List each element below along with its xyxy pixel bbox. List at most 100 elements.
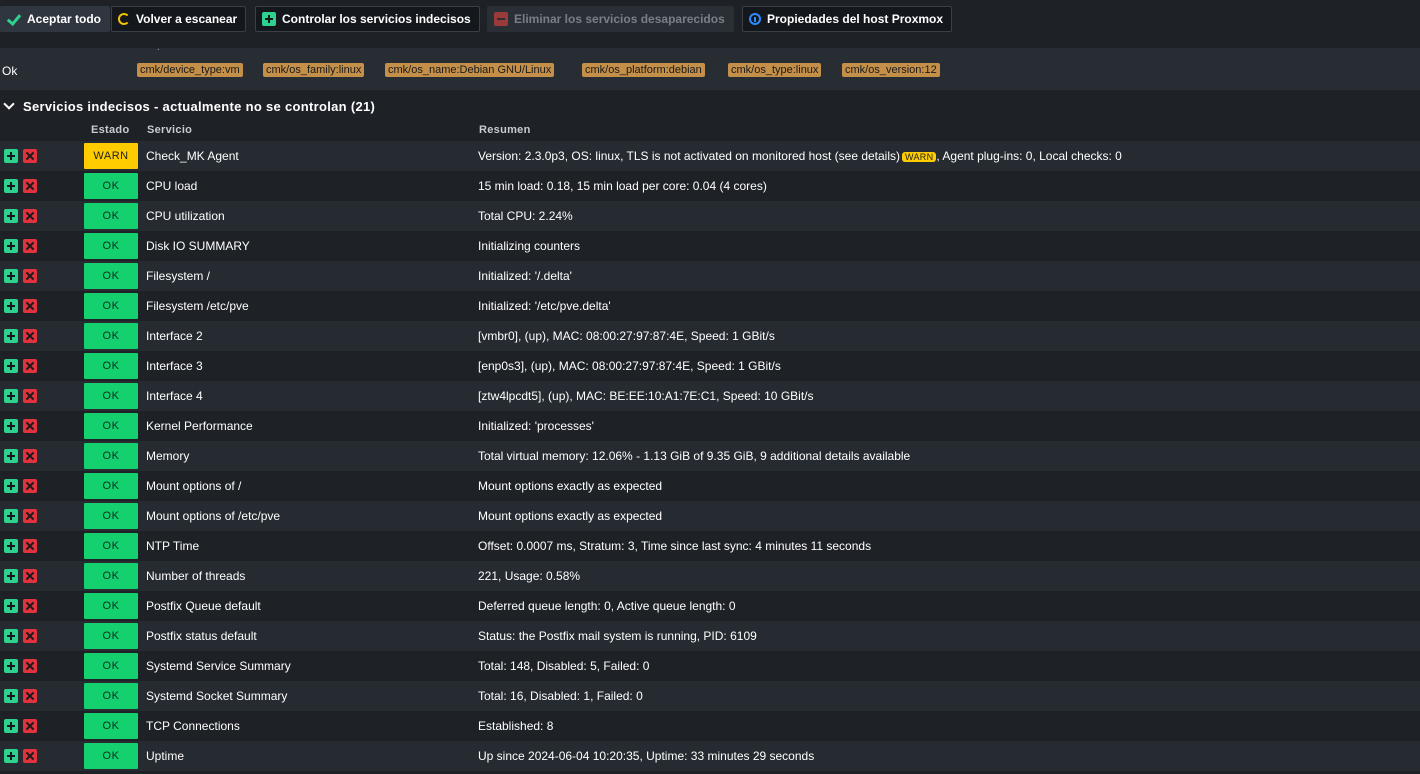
monitor-service-plus-icon[interactable] xyxy=(4,539,18,553)
table-row: OK CPU utilization Total CPU: 2.24% xyxy=(0,201,1420,231)
column-header-service[interactable]: Servicio xyxy=(147,124,192,136)
service-name: Disk IO SUMMARY xyxy=(146,239,250,253)
disable-service-close-icon[interactable] xyxy=(23,569,37,583)
labels-status: Ok xyxy=(2,64,18,78)
chevron-down-icon[interactable] xyxy=(3,98,15,110)
monitor-service-plus-icon[interactable] xyxy=(4,299,18,313)
host-label-tag[interactable]: cmk/os_type:linux xyxy=(728,63,822,77)
info-icon xyxy=(749,13,761,25)
service-summary: 15 min load: 0.18, 15 min load per core:… xyxy=(478,179,767,193)
section-title: Servicios indecisos - actualmente no se … xyxy=(23,99,376,114)
host-label-tag[interactable]: cmk/device_type:vm xyxy=(137,63,243,77)
table-row: OK Filesystem / Initialized: '/.delta' xyxy=(0,261,1420,291)
service-name: CPU utilization xyxy=(146,209,225,223)
monitor-service-plus-icon[interactable] xyxy=(4,149,18,163)
status-badge: OK xyxy=(84,353,138,379)
disable-service-close-icon[interactable] xyxy=(23,659,37,673)
host-label-tag[interactable]: cmk/os_family:linux xyxy=(263,63,365,77)
monitor-service-plus-icon[interactable] xyxy=(4,689,18,703)
status-badge: OK xyxy=(84,233,138,259)
disable-service-close-icon[interactable] xyxy=(23,209,37,223)
monitor-service-plus-icon[interactable] xyxy=(4,359,18,373)
service-name: Postfix Queue default xyxy=(146,599,261,613)
status-badge: WARN xyxy=(84,143,138,169)
disable-service-close-icon[interactable] xyxy=(23,599,37,613)
status-badge: OK xyxy=(84,713,138,739)
status-badge: OK xyxy=(84,653,138,679)
host-properties-button[interactable]: Propiedades del host Proxmox xyxy=(742,6,953,32)
monitor-service-plus-icon[interactable] xyxy=(4,719,18,733)
table-row: OK Mount options of / Mount options exactl… xyxy=(0,471,1420,501)
service-name: Mount options of / xyxy=(146,479,242,493)
disable-service-close-icon[interactable] xyxy=(23,689,37,703)
table-header: Estado Servicio Resumen xyxy=(0,120,1420,140)
monitor-service-plus-icon[interactable] xyxy=(4,569,18,583)
table-row: OK Disk IO SUMMARY Initializing counters xyxy=(0,231,1420,261)
monitor-service-plus-icon[interactable] xyxy=(4,209,18,223)
disable-service-close-icon[interactable] xyxy=(23,329,37,343)
monitor-service-plus-icon[interactable] xyxy=(4,389,18,403)
service-name: Interface 4 xyxy=(146,389,203,403)
disable-service-close-icon[interactable] xyxy=(23,239,37,253)
service-summary: Mount options exactly as expected xyxy=(478,509,663,523)
disable-service-close-icon[interactable] xyxy=(23,719,37,733)
remove-vanished-label: Eliminar los servicios desaparecidos xyxy=(514,12,725,26)
disable-service-close-icon[interactable] xyxy=(23,389,37,403)
service-summary: Initialized: '/.delta' xyxy=(478,269,572,283)
service-name: Uptime xyxy=(146,749,185,763)
table-row: OK Memory Total virtual memory: 12.06% - 1… xyxy=(0,441,1420,471)
disable-service-close-icon[interactable] xyxy=(23,149,37,163)
monitor-service-plus-icon[interactable] xyxy=(4,419,18,433)
rescan-button[interactable]: Volver a escanear xyxy=(111,6,247,32)
service-summary: Initialized: '/etc/pve.delta' xyxy=(478,299,611,313)
host-label-tag[interactable]: cmk/os_version:12 xyxy=(842,63,940,77)
disable-service-close-icon[interactable] xyxy=(23,359,37,373)
disable-service-close-icon[interactable] xyxy=(23,749,37,763)
host-label-tag[interactable]: cmk/os_platform:debian xyxy=(582,63,705,77)
service-name: Kernel Performance xyxy=(146,419,253,433)
monitor-service-plus-icon[interactable] xyxy=(4,479,18,493)
disable-service-close-icon[interactable] xyxy=(23,509,37,523)
monitor-service-plus-icon[interactable] xyxy=(4,179,18,193)
monitor-service-plus-icon[interactable] xyxy=(4,269,18,283)
service-name: Interface 2 xyxy=(146,329,203,343)
service-name: Number of threads xyxy=(146,569,246,583)
status-badge: OK xyxy=(84,383,138,409)
status-badge: OK xyxy=(84,683,138,709)
disable-service-close-icon[interactable] xyxy=(23,419,37,433)
service-name: Interface 3 xyxy=(146,359,203,373)
status-badge: OK xyxy=(84,623,138,649)
host-labels-row: . Ok cmk/device_type:vm cmk/os_family:li… xyxy=(0,42,1420,90)
disable-service-close-icon[interactable] xyxy=(23,269,37,283)
status-badge: OK xyxy=(84,263,138,289)
monitor-service-plus-icon[interactable] xyxy=(4,239,18,253)
disable-service-close-icon[interactable] xyxy=(23,179,37,193)
disable-service-close-icon[interactable] xyxy=(23,449,37,463)
monitor-service-plus-icon[interactable] xyxy=(4,329,18,343)
disable-service-close-icon[interactable] xyxy=(23,629,37,643)
section-header[interactable]: Servicios indecisos - actualmente no se … xyxy=(0,96,1420,118)
column-header-state[interactable]: Estado xyxy=(91,124,129,136)
plus-icon xyxy=(262,12,276,26)
summary-text: , Agent plug-ins: 0, Local checks: 0 xyxy=(936,149,1122,163)
host-label-tag[interactable]: cmk/os_name:Debian GNU/Linux xyxy=(385,63,555,77)
disable-service-close-icon[interactable] xyxy=(23,539,37,553)
disable-service-close-icon[interactable] xyxy=(23,299,37,313)
table-row: OK Interface 4 [ztw4lpcdt5], (up), MAC: BE… xyxy=(0,381,1420,411)
monitor-service-plus-icon[interactable] xyxy=(4,659,18,673)
monitor-service-plus-icon[interactable] xyxy=(4,599,18,613)
table-row: OK Systemd Service Summary Total: 148, Dis… xyxy=(0,651,1420,681)
service-name: Mount options of /etc/pve xyxy=(146,509,281,523)
column-header-summary[interactable]: Resumen xyxy=(479,124,531,136)
status-badge: OK xyxy=(84,533,138,559)
service-summary: Up since 2024-06-04 10:20:35, Uptime: 33… xyxy=(478,749,815,763)
monitor-service-plus-icon[interactable] xyxy=(4,509,18,523)
accept-all-button[interactable]: Aceptar todo xyxy=(0,6,111,32)
monitor-service-plus-icon[interactable] xyxy=(4,629,18,643)
service-summary: Established: 8 xyxy=(478,719,554,733)
disable-service-close-icon[interactable] xyxy=(23,479,37,493)
monitor-service-plus-icon[interactable] xyxy=(4,449,18,463)
monitor-service-plus-icon[interactable] xyxy=(4,749,18,763)
remove-vanished-button[interactable]: Eliminar los servicios desaparecidos xyxy=(487,6,734,32)
monitor-undecided-button[interactable]: Controlar los servicios indecisos xyxy=(255,6,480,32)
